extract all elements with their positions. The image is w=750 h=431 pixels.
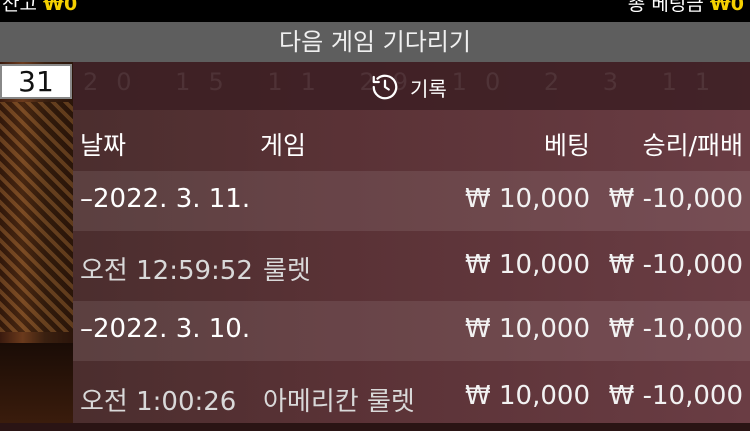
table-row[interactable]: 오전 1:00:26 아메리칸 룰렛 ₩ 10,000 ₩ -10,000 <box>73 361 750 431</box>
row-result: ₩ -10,000 <box>608 250 743 280</box>
date-row[interactable]: –2022. 3. 10. ₩ 10,000 ₩ -10,000 <box>73 301 750 361</box>
row-result: ₩ -10,000 <box>608 184 743 214</box>
history-button[interactable]: 기록 <box>370 74 447 101</box>
history-strip: 20 15 11 29 10 2 3 11 11 3 3 24 기록 <box>73 62 750 110</box>
top-status-bar: 잔고 ₩0 총 베팅금 ₩0 <box>0 0 750 22</box>
row-bet: ₩ 10,000 <box>465 250 590 280</box>
background-scene <box>0 62 75 423</box>
row-result: ₩ -10,000 <box>608 381 743 411</box>
background-pattern <box>0 102 75 332</box>
total-bet-value: ₩0 <box>709 0 744 15</box>
page-title: 다음 게임 기다리기 <box>0 22 750 62</box>
row-date: –2022. 3. 10. <box>80 314 251 344</box>
header-bet: 베팅 <box>543 131 590 160</box>
header-game: 게임 <box>260 131 307 160</box>
balance-value: ₩0 <box>43 0 78 15</box>
total-bet-display: 총 베팅금 ₩0 <box>628 0 744 14</box>
row-date: –2022. 3. 11. <box>80 184 251 214</box>
last-number-box: 31 <box>0 64 72 99</box>
table-header: 날짜 게임 베팅 승리/패배 <box>73 110 750 171</box>
row-bet: ₩ 10,000 <box>465 314 590 344</box>
balance-display: 잔고 ₩0 <box>2 0 77 14</box>
row-game: 아메리칸 룰렛 <box>263 387 415 417</box>
row-bet: ₩ 10,000 <box>465 381 590 411</box>
row-time: 오전 12:59:52 <box>80 256 253 286</box>
row-game: 룰렛 <box>263 256 311 286</box>
date-row[interactable]: –2022. 3. 11. ₩ 10,000 ₩ -10,000 <box>73 171 750 231</box>
history-button-label: 기록 <box>410 76 447 101</box>
balance-label: 잔고 <box>2 0 37 15</box>
history-panel: 20 15 11 29 10 2 3 11 11 3 3 24 기록 날짜 게임… <box>73 62 750 423</box>
row-result: ₩ -10,000 <box>608 314 743 344</box>
history-clock-icon <box>372 74 398 100</box>
row-time: 오전 1:00:26 <box>80 387 237 417</box>
header-result: 승리/패배 <box>642 131 743 160</box>
background-ledge <box>0 343 75 423</box>
row-bet: ₩ 10,000 <box>465 184 590 214</box>
header-date: 날짜 <box>80 131 127 160</box>
total-bet-label: 총 베팅금 <box>627 0 704 15</box>
table-row[interactable]: 오전 12:59:52 룰렛 ₩ 10,000 ₩ -10,000 <box>73 231 750 301</box>
